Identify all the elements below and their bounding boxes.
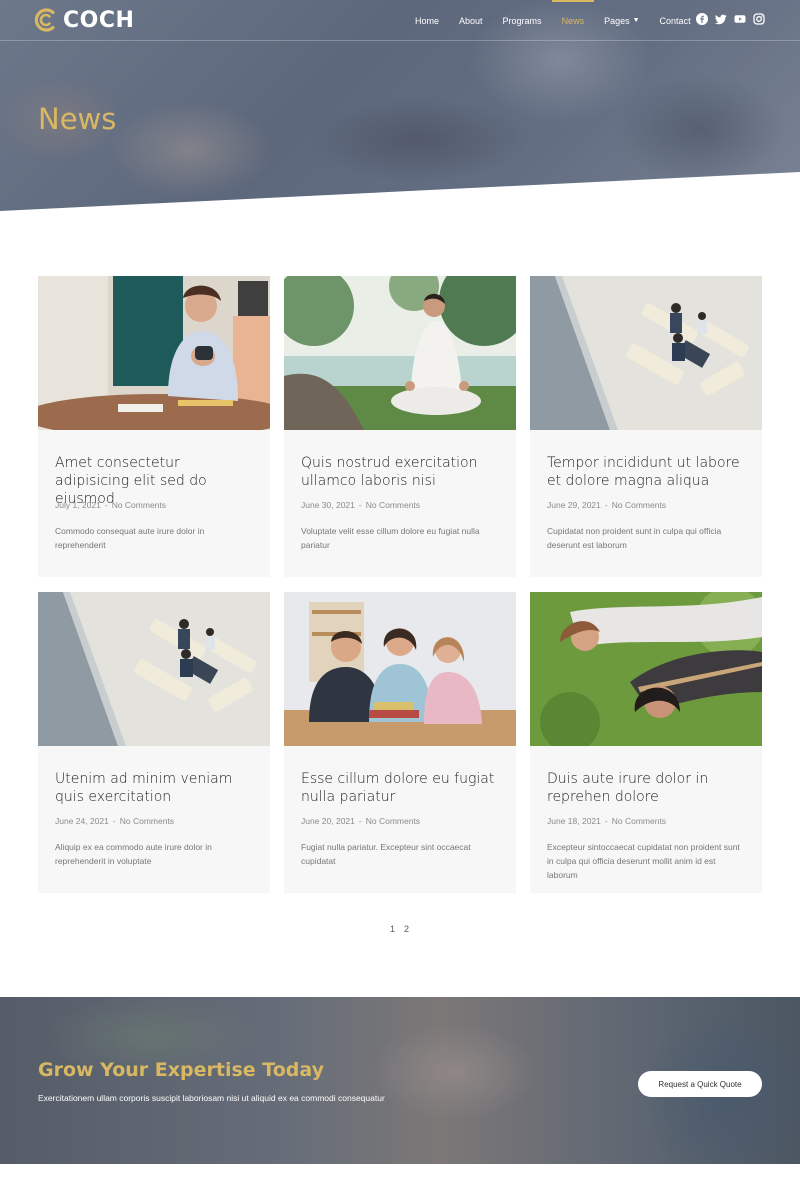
card-comments-link[interactable]: No Comments (120, 816, 174, 826)
card-image[interactable] (530, 592, 762, 746)
cta-text: Exercitationem ullam corporis suscipit l… (38, 1093, 385, 1103)
nav-item-pages[interactable]: Pages ▼ (594, 0, 649, 41)
card-comments-link[interactable]: No Comments (366, 500, 420, 510)
cta-banner: Grow Your Expertise Today Exercitationem… (0, 997, 800, 1164)
students-group-photo (284, 592, 516, 746)
lounge-meeting-photo (530, 276, 762, 430)
page-hero: COCH Home About Programs News Pages ▼ Co… (0, 0, 800, 215)
card-title[interactable]: Esse cillum dolore eu fugiat nulla paria… (301, 770, 499, 808)
card-meta: June 30, 2021- No Comments (301, 500, 421, 510)
news-card: Amet consectetur adipisicing elit sed do… (38, 276, 270, 577)
card-meta: June 29, 2021- No Comments (547, 500, 667, 510)
youtube-icon[interactable] (734, 13, 746, 25)
card-date: June 20, 2021 (301, 816, 355, 826)
card-date: June 29, 2021 (547, 500, 601, 510)
card-excerpt: Aliquip ex ea commodo aute irure dolor i… (55, 842, 212, 866)
card-meta: June 20, 2021- No Comments (301, 816, 421, 826)
news-card: Duis aute irure dolor in reprehen dolore… (530, 592, 762, 893)
card-meta: June 18, 2021- No Comments (547, 816, 667, 826)
card-title[interactable]: Utenim ad minim veniam quis exercitation (55, 770, 253, 808)
main-nav: Home About Programs News Pages ▼ Contact (405, 0, 701, 41)
card-meta: July 1, 2021- No Comments (55, 500, 167, 510)
pagination: 1 2 (390, 924, 409, 934)
chevron-down-icon: ▼ (632, 17, 640, 24)
card-date: June 24, 2021 (55, 816, 109, 826)
card-excerpt: Fugiat nulla pariatur. Excepteur sint oc… (301, 842, 471, 866)
card-title[interactable]: Quis nostrud exercitation ullamco labori… (301, 454, 499, 492)
page-link-1[interactable]: 1 (390, 924, 395, 934)
nav-item-news[interactable]: News (551, 0, 595, 41)
card-title[interactable]: Amet consectetur adipisicing elit sed do… (55, 454, 253, 507)
card-comments-link[interactable]: No Comments (112, 500, 166, 510)
woman-with-mug-photo (38, 276, 270, 430)
card-date: July 1, 2021 (55, 500, 101, 510)
instagram-icon[interactable] (753, 13, 765, 25)
card-excerpt: Excepteur sintoccaecat cupidatat non pro… (547, 842, 740, 880)
card-comments-link[interactable]: No Comments (612, 500, 666, 510)
card-excerpt: Cupidatat non proident sunt in culpa qui… (547, 526, 722, 550)
card-excerpt: Commodo consequat aute irure dolor in re… (55, 526, 205, 550)
nav-item-about[interactable]: About (449, 0, 493, 41)
lying-on-grass-photo (530, 592, 762, 746)
lounge-meeting-photo (38, 592, 270, 746)
card-image[interactable] (38, 276, 270, 430)
page-title: News (38, 102, 117, 136)
twitter-icon[interactable] (715, 13, 727, 25)
card-image[interactable] (530, 276, 762, 430)
card-date: June 18, 2021 (547, 816, 601, 826)
site-logo[interactable]: COCH (32, 6, 134, 34)
card-title[interactable]: Tempor incididunt ut labore et dolore ma… (547, 454, 745, 492)
nav-item-programs[interactable]: Programs (493, 0, 552, 41)
logo-text: COCH (63, 7, 135, 33)
nav-item-home[interactable]: Home (405, 0, 449, 41)
card-comments-link[interactable]: No Comments (366, 816, 420, 826)
card-date: June 30, 2021 (301, 500, 355, 510)
card-image[interactable] (284, 276, 516, 430)
card-excerpt: Voluptate velit esse cillum dolore eu fu… (301, 526, 480, 550)
logo-c-icon (34, 8, 55, 32)
card-meta: June 24, 2021- No Comments (55, 816, 175, 826)
news-card: Esse cillum dolore eu fugiat nulla paria… (284, 592, 516, 893)
top-navigation-bar: COCH Home About Programs News Pages ▼ Co… (0, 0, 800, 41)
facebook-icon[interactable] (696, 13, 708, 25)
card-comments-link[interactable]: No Comments (612, 816, 666, 826)
meditation-outdoors-photo (284, 276, 516, 430)
news-card: Tempor incididunt ut labore et dolore ma… (530, 276, 762, 577)
nav-item-contact[interactable]: Contact (650, 0, 701, 41)
card-title[interactable]: Duis aute irure dolor in reprehen dolore (547, 770, 745, 808)
nav-item-pages-label: Pages (604, 15, 630, 26)
social-links (696, 13, 765, 25)
card-image[interactable] (284, 592, 516, 746)
cta-title: Grow Your Expertise Today (38, 1059, 324, 1081)
news-card: Quis nostrud exercitation ullamco labori… (284, 276, 516, 577)
news-card: Utenim ad minim veniam quis exercitation… (38, 592, 270, 893)
card-image[interactable] (38, 592, 270, 746)
page-link-2[interactable]: 2 (404, 924, 409, 934)
request-quote-button[interactable]: Request a Quick Quote (638, 1071, 762, 1097)
